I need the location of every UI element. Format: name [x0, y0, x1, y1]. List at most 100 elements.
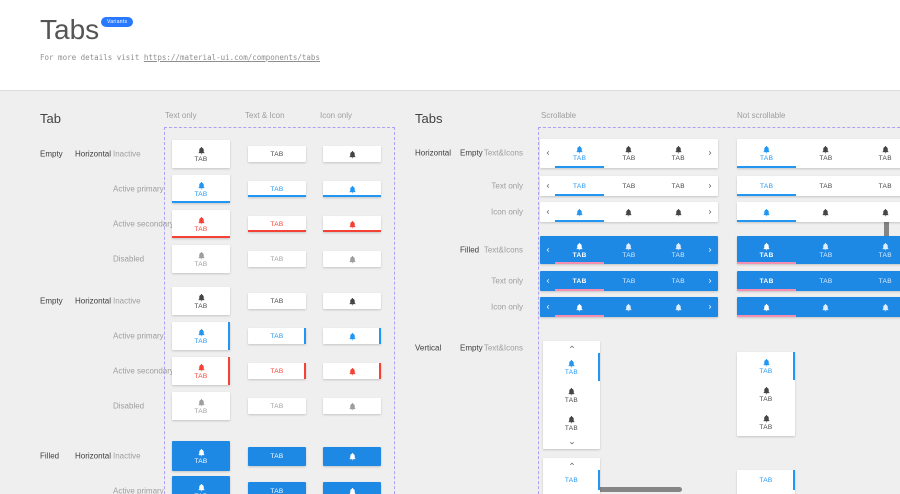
state-label: Active primary — [113, 332, 164, 341]
tab-item-active[interactable] — [737, 297, 796, 317]
tab-text-disabled[interactable]: TAB — [248, 251, 306, 267]
scroll-left-button[interactable] — [540, 202, 555, 222]
tab-item[interactable]: TAB — [737, 408, 795, 436]
tab-text-disabled[interactable]: TAB — [248, 398, 306, 414]
tab-item[interactable]: TAB — [604, 236, 653, 264]
tab-item[interactable]: TAB — [856, 236, 900, 264]
scroll-right-button[interactable] — [703, 176, 718, 196]
tab-text-active-primary[interactable]: TAB — [248, 482, 306, 494]
tab-icon-active-secondary[interactable] — [323, 216, 381, 232]
bell-icon — [674, 208, 683, 217]
tab-item[interactable] — [856, 297, 900, 317]
tab-both-inactive[interactable]: TAB — [172, 140, 230, 168]
tab-icon-disabled[interactable] — [323, 398, 381, 414]
tab-item-active[interactable]: TAB — [737, 352, 795, 380]
scroll-left-button[interactable] — [540, 297, 555, 317]
tab-item-active[interactable]: TAB — [555, 139, 604, 168]
tab-both-disabled[interactable]: TAB — [172, 245, 230, 273]
tab-icon-inactive[interactable] — [323, 146, 381, 162]
tab-item-active[interactable]: TAB — [543, 353, 600, 381]
tab-both-active-secondary[interactable]: TAB — [172, 357, 230, 385]
tab-item[interactable]: TAB — [604, 271, 653, 291]
tab-item[interactable]: TAB — [543, 490, 600, 494]
tab-item[interactable] — [654, 202, 703, 222]
tab-item[interactable] — [856, 202, 900, 222]
scroll-left-button[interactable] — [540, 236, 555, 264]
tab-item[interactable]: TAB — [543, 409, 600, 437]
tab-item[interactable]: TAB — [654, 139, 703, 168]
tab-item[interactable]: TAB — [856, 271, 900, 291]
scroll-right-button[interactable] — [703, 297, 718, 317]
tab-item[interactable] — [604, 202, 653, 222]
tab-item-active[interactable] — [555, 297, 604, 317]
tab-item-active[interactable]: TAB — [555, 176, 604, 196]
tab-icon-active-secondary[interactable] — [323, 363, 381, 379]
tab-text-active-primary[interactable]: TAB — [248, 328, 306, 344]
tab-text-active-primary[interactable]: TAB — [248, 181, 306, 197]
tab-item-active[interactable]: TAB — [543, 470, 600, 490]
tab-item-active[interactable]: TAB — [737, 176, 796, 196]
tab-text-active-secondary[interactable]: TAB — [248, 216, 306, 232]
bell-icon — [624, 145, 633, 154]
tab-item[interactable] — [654, 297, 703, 317]
tab-both-disabled[interactable]: TAB — [172, 392, 230, 420]
tab-item-active[interactable] — [737, 202, 796, 222]
scroll-down-button[interactable] — [543, 437, 600, 449]
tab-item[interactable]: TAB — [654, 236, 703, 264]
active-indicator — [172, 201, 230, 203]
tab-both-active-secondary[interactable]: TAB — [172, 210, 230, 238]
tab-item-active[interactable] — [555, 202, 604, 222]
tab-item-active[interactable]: TAB — [555, 236, 604, 264]
tab-item[interactable] — [796, 297, 855, 317]
tab-item[interactable]: TAB — [796, 236, 855, 264]
tab-icon-disabled[interactable] — [323, 251, 381, 267]
tab-icon-inactive[interactable] — [323, 293, 381, 309]
tab-icon-active-primary[interactable] — [323, 181, 381, 197]
tab-text-inactive[interactable]: TAB — [248, 447, 306, 466]
tab-item[interactable] — [604, 297, 653, 317]
scroll-up-button[interactable] — [543, 458, 600, 470]
tab-icon-inactive[interactable] — [323, 447, 381, 466]
tab-both-active-primary[interactable]: TAB — [172, 175, 230, 203]
scroll-right-button[interactable] — [703, 236, 718, 264]
tab-item[interactable]: TAB — [737, 490, 795, 494]
tab-item-active[interactable]: TAB — [555, 271, 604, 291]
tab-item[interactable]: TAB — [654, 271, 703, 291]
scroll-left-button[interactable] — [540, 176, 555, 196]
tab-item-active[interactable]: TAB — [737, 271, 796, 291]
tab-item[interactable]: TAB — [604, 176, 653, 196]
tab-item-active[interactable]: TAB — [737, 470, 795, 490]
tab-text-active-secondary[interactable]: TAB — [248, 363, 306, 379]
tab-icon-active-primary[interactable] — [323, 482, 381, 494]
tab-text-inactive[interactable]: TAB — [248, 146, 306, 162]
tab-both-active-primary[interactable]: TAB — [172, 476, 230, 494]
tab-icon-active-primary[interactable] — [323, 328, 381, 344]
row-label: Icon only — [491, 303, 523, 312]
active-indicator — [228, 322, 230, 350]
scroll-up-button[interactable] — [543, 341, 600, 353]
tab-item[interactable]: TAB — [796, 139, 855, 168]
tab-item[interactable]: TAB — [737, 380, 795, 408]
scroll-left-button[interactable] — [540, 139, 555, 168]
tab-item[interactable]: TAB — [654, 176, 703, 196]
tab-item-active[interactable]: TAB — [737, 139, 796, 168]
tab-item[interactable] — [796, 202, 855, 222]
tab-both-inactive[interactable]: TAB — [172, 441, 230, 471]
tab-item[interactable]: TAB — [604, 139, 653, 168]
tab-both-inactive[interactable]: TAB — [172, 287, 230, 315]
tab-both-active-primary[interactable]: TAB — [172, 322, 230, 350]
scroll-right-button[interactable] — [703, 202, 718, 222]
scroll-left-button[interactable] — [540, 271, 555, 291]
tab-item[interactable]: TAB — [796, 176, 855, 196]
tab-item-active[interactable]: TAB — [737, 236, 796, 264]
tab-item[interactable]: TAB — [856, 139, 900, 168]
tab-label: TAB — [819, 252, 832, 259]
scroll-right-button[interactable] — [703, 271, 718, 291]
tab-label: TAB — [672, 155, 685, 162]
tab-item[interactable]: TAB — [796, 271, 855, 291]
docs-link[interactable]: https://material-ui.com/components/tabs — [144, 53, 320, 62]
tab-text-inactive[interactable]: TAB — [248, 293, 306, 309]
tab-item[interactable]: TAB — [543, 381, 600, 409]
scroll-right-button[interactable] — [703, 139, 718, 168]
tab-item[interactable]: TAB — [856, 176, 900, 196]
